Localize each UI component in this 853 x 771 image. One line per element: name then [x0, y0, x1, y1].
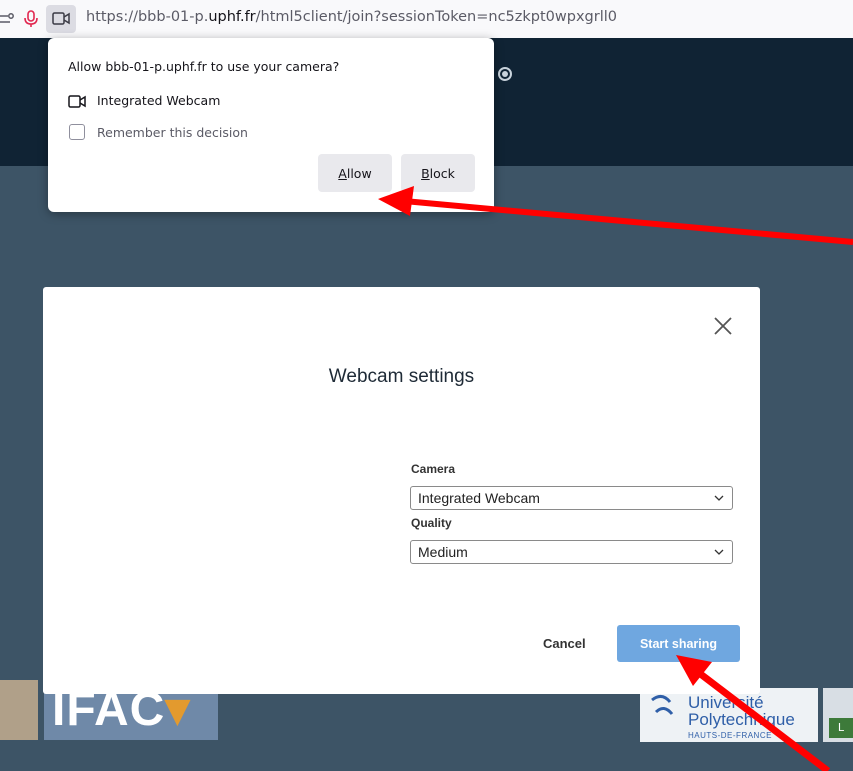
- popup-device-name: Integrated Webcam: [97, 93, 221, 108]
- close-icon[interactable]: [713, 316, 733, 336]
- browser-url-bar[interactable]: https://bbb-01-p.uphf.fr/html5client/joi…: [0, 0, 853, 39]
- block-button-label: Block: [421, 165, 455, 181]
- chevron-down-icon: [714, 495, 724, 501]
- start-sharing-button[interactable]: Start sharing: [617, 625, 740, 662]
- camera-permission-popup: Allow bbb-01-p.uphf.fr to use your camer…: [48, 38, 494, 212]
- url-text[interactable]: https://bbb-01-p.uphf.fr/html5client/joi…: [86, 9, 617, 25]
- camera-icon: [52, 12, 70, 25]
- uphf-logo-icon: [651, 695, 674, 715]
- quality-select-value: Medium: [418, 544, 468, 560]
- modal-title: Webcam settings: [328, 366, 475, 387]
- quality-select[interactable]: Medium: [410, 540, 733, 564]
- permissions-icon[interactable]: [0, 10, 18, 28]
- cancel-button[interactable]: Cancel: [535, 630, 594, 657]
- camera-icon: [68, 95, 86, 108]
- remember-decision-label[interactable]: Remember this decision: [97, 125, 248, 140]
- uphf-line-1: Université: [688, 693, 764, 712]
- partner-logo-letter: L: [829, 718, 853, 738]
- microphone-icon[interactable]: [22, 10, 40, 28]
- camera-select[interactable]: Integrated Webcam: [410, 486, 733, 510]
- record-indicator-icon: [498, 67, 512, 81]
- block-button[interactable]: Block: [401, 154, 475, 192]
- uphf-line-2: Polytechnique: [688, 710, 795, 729]
- url-domain: uphf.fr: [208, 9, 256, 25]
- partner-logo: L: [823, 688, 853, 742]
- allow-button-label: Allow: [338, 165, 372, 181]
- url-prefix: https://bbb-01-p.: [86, 9, 209, 25]
- allow-button[interactable]: Allow: [318, 154, 392, 192]
- camera-permission-tab[interactable]: [46, 5, 76, 33]
- chevron-down-icon: [714, 549, 724, 555]
- camera-select-value: Integrated Webcam: [418, 490, 540, 506]
- logo-fragment: [0, 680, 38, 740]
- uphf-logo-text: Université Polytechnique: [688, 694, 795, 728]
- remember-decision-checkbox[interactable]: [69, 124, 85, 140]
- url-path: /html5client/join?sessionToken=nc5zkpt0w…: [255, 9, 617, 25]
- popup-title: Allow bbb-01-p.uphf.fr to use your camer…: [68, 59, 340, 74]
- camera-label: Camera: [411, 462, 456, 476]
- webcam-settings-modal: Webcam settings Camera Integrated Webcam…: [43, 287, 760, 694]
- quality-label: Quality: [411, 516, 452, 530]
- uphf-line-3: HAUTS-DE-FRANCE: [688, 731, 772, 740]
